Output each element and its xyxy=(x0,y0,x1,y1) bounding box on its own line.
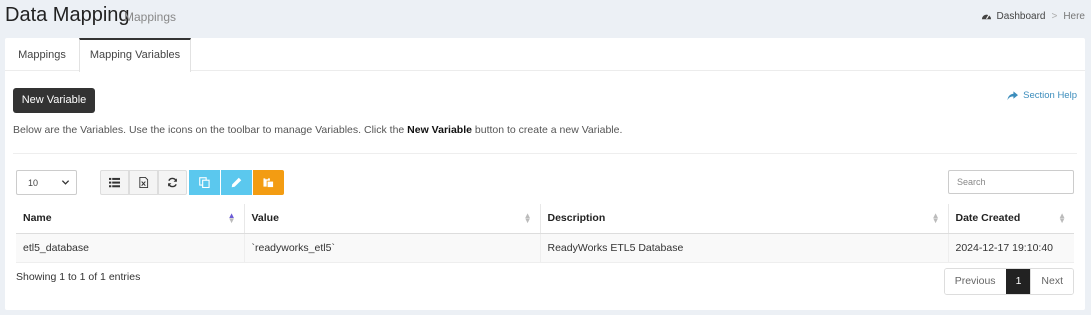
table-row[interactable]: etl5_database `readyworks_etl5` ReadyWor… xyxy=(16,233,1074,263)
copy-button[interactable] xyxy=(189,170,220,195)
breadcrumb-current: Here xyxy=(1063,11,1085,22)
sort-icon: ▲ ▼ xyxy=(523,211,532,225)
column-header-label: Description xyxy=(547,212,606,225)
cell-name: etl5_database xyxy=(16,233,244,263)
divider xyxy=(13,153,1077,154)
paste-icon xyxy=(263,177,274,188)
refresh-button[interactable] xyxy=(158,170,187,195)
breadcrumb: Dashboard > Here xyxy=(981,11,1085,22)
table-info: Showing 1 to 1 of 1 entries xyxy=(16,271,141,283)
page-subtitle: Mappings xyxy=(124,10,177,24)
tab-mappings[interactable]: Mappings xyxy=(5,38,79,71)
page-title: Data Mapping xyxy=(5,4,130,26)
new-variable-button[interactable]: New Variable xyxy=(13,88,95,113)
column-header-label: Value xyxy=(251,212,279,225)
export-excel-button[interactable] xyxy=(129,170,158,195)
page-length-select[interactable]: 10 xyxy=(16,170,77,195)
column-header-value[interactable]: Value ▲ ▼ xyxy=(243,204,540,234)
section-help-label: Section Help xyxy=(1023,90,1077,101)
edit-button[interactable] xyxy=(221,170,252,195)
page-length-value: 10 xyxy=(28,178,39,188)
column-header-label: Name xyxy=(23,212,52,225)
intro-text: Below are the Variables. Use the icons o… xyxy=(13,124,622,136)
breadcrumb-dashboard-link[interactable]: Dashboard xyxy=(997,11,1046,22)
list-icon xyxy=(109,177,120,188)
intro-text-after: button to create a new Variable. xyxy=(471,124,623,136)
column-header-description[interactable]: Description ▲ ▼ xyxy=(539,204,948,234)
list-view-button[interactable] xyxy=(100,170,129,195)
copy-icon xyxy=(199,177,210,188)
refresh-icon xyxy=(168,177,177,188)
sort-icon: ▲ ▼ xyxy=(931,211,940,225)
sort-asc-icon: ▲ ▼ xyxy=(227,211,236,225)
tab-bar: Mappings Mapping Variables xyxy=(5,38,1085,72)
tab-mapping-variables[interactable]: Mapping Variables xyxy=(79,38,191,72)
breadcrumb-separator: > xyxy=(1051,11,1058,22)
share-icon xyxy=(1007,90,1019,100)
page-button-1[interactable]: 1 xyxy=(1005,269,1031,294)
cell-date-created: 2024-12-17 19:10:40 xyxy=(947,233,1074,263)
cell-description: ReadyWorks ETL5 Database xyxy=(539,233,948,263)
sort-icon: ▲ ▼ xyxy=(1058,211,1066,225)
search-input[interactable]: Search xyxy=(948,170,1074,194)
intro-text-strong: New Variable xyxy=(407,124,472,136)
chevron-down-icon xyxy=(61,180,70,185)
page-header: Data Mapping Mappings Dashboard > Here xyxy=(0,0,1091,36)
column-header-date-created[interactable]: Date Created ▲ ▼ xyxy=(947,204,1074,234)
next-page-button[interactable]: Next xyxy=(1030,269,1073,294)
paste-button[interactable] xyxy=(253,170,284,195)
section-help-link[interactable]: Section Help xyxy=(1007,90,1077,101)
variables-table: Name ▲ ▼ Value ▲ ▼ Description ▲ ▼ Date Create… xyxy=(16,204,1074,263)
column-header-name[interactable]: Name ▲ ▼ xyxy=(16,204,244,234)
excel-icon xyxy=(139,177,149,188)
dashboard-icon xyxy=(981,14,991,20)
previous-page-button[interactable]: Previous xyxy=(944,269,1006,294)
column-header-label: Date Created xyxy=(955,212,1021,225)
table-header-row: Name ▲ ▼ Value ▲ ▼ Description ▲ ▼ Date Create… xyxy=(16,204,1074,234)
content-box: Mappings Mapping Variables New Variable … xyxy=(5,38,1085,310)
pagination: Previous 1 Next xyxy=(943,268,1074,295)
pencil-icon xyxy=(231,177,242,188)
cell-value: `readyworks_etl5` xyxy=(243,233,540,263)
intro-text-before: Below are the Variables. Use the icons o… xyxy=(13,124,408,136)
